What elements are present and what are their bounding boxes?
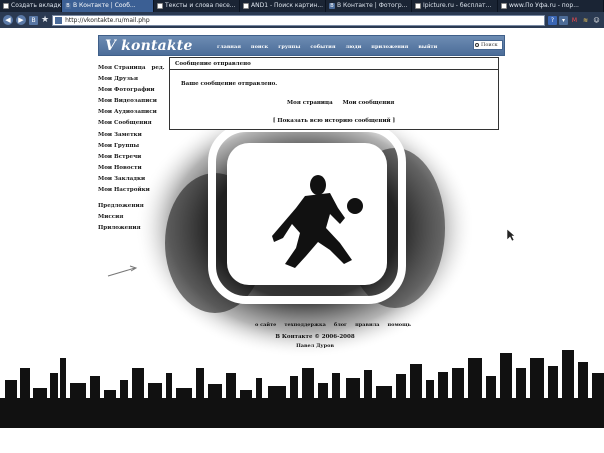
footer-support[interactable]: техподдержка (284, 322, 326, 328)
my-messages-link[interactable]: Мои сообщения (343, 100, 395, 106)
message-sent-panel: Сообщение отправлено Ваше сообщение отпр… (169, 57, 499, 130)
page-viewport: V kontakte главная поиск группы события … (0, 28, 604, 428)
menu-my-page[interactable]: Моя Страница ред. (98, 63, 173, 74)
footer-about[interactable]: о сайте (255, 322, 276, 328)
dropdown-icon[interactable]: ▾ (559, 15, 568, 25)
page-icon (501, 3, 507, 9)
vk-favicon-icon: B (65, 3, 71, 9)
menu-mission[interactable]: Миссия (98, 212, 173, 223)
nav-home[interactable]: главная (217, 44, 241, 50)
tab-and1-search[interactable]: AND1 - Поиск картин... (240, 0, 326, 12)
menu-offers[interactable]: Предложения (98, 201, 173, 212)
browser-toolbar: ◀ ▶ B ★ http://vkontakte.ru/mail.php ? ▾… (0, 12, 604, 28)
menu-photos[interactable]: Мои Фотографии (98, 85, 173, 96)
my-page-link[interactable]: Моя страница (287, 100, 333, 106)
author-name: Павел Дуров (296, 343, 334, 349)
site-favicon-icon (55, 16, 63, 24)
menu-news[interactable]: Мои Новости (98, 163, 173, 174)
tab-vkontakte-photos[interactable]: BВ Контакте | Фотогр... (326, 0, 412, 12)
footer-rules[interactable]: правила (355, 322, 379, 328)
page-icon (3, 3, 9, 9)
tab-ufa-portal[interactable]: www.По Уфа.ru - пор... (498, 0, 604, 12)
search-icon (475, 43, 479, 47)
user-icon[interactable]: ☺ (592, 15, 601, 25)
search-engine-icon[interactable]: ? (548, 15, 557, 25)
copyright: В Контакте © 2006-2008 (275, 334, 355, 340)
mail-icon[interactable]: M (570, 15, 579, 25)
page-icon (415, 3, 421, 9)
menu-bookmarks[interactable]: Мои Закладки (98, 174, 173, 185)
menu-audio[interactable]: Мои Аудиозаписи (98, 107, 173, 118)
rss-icon[interactable]: ≋ (581, 15, 590, 25)
site-search-input[interactable]: Поиск (473, 40, 503, 50)
forward-button[interactable]: ▶ (16, 15, 26, 25)
tab-vkontakte-messages[interactable]: BВ Контакте | Сооб... (62, 0, 154, 12)
status-area (0, 428, 604, 453)
menu-events[interactable]: Мои Встречи (98, 152, 173, 163)
nav-groups[interactable]: группы (278, 44, 300, 50)
nav-search[interactable]: поиск (251, 44, 268, 50)
vk-favicon-icon: B (329, 3, 335, 9)
menu-notes[interactable]: Мои Заметки (98, 130, 173, 141)
city-skyline (0, 350, 604, 428)
mouse-cursor-icon (506, 228, 516, 242)
tab-lyrics[interactable]: Тексты и слова песе... (154, 0, 240, 12)
bookmark-star-icon[interactable]: ★ (41, 15, 49, 25)
site-logo[interactable]: V kontakte (105, 38, 193, 54)
show-history-link[interactable]: [ Показать всю историю сообщений ] (170, 118, 498, 124)
address-text: http://vkontakte.ru/mail.php (65, 16, 150, 24)
nav-applications[interactable]: приложения (371, 44, 408, 50)
menu-apps[interactable]: Приложения (98, 223, 173, 234)
menu-friends[interactable]: Мои Друзья (98, 74, 173, 85)
edit-link[interactable]: ред. (151, 65, 164, 71)
message-links: Моя страница Мои сообщения (287, 100, 394, 106)
menu-groups[interactable]: Мои Группы (98, 141, 173, 152)
footer-help[interactable]: помощь (387, 322, 410, 328)
tab-new[interactable]: Создать вкладку (0, 0, 62, 12)
nav-people[interactable]: люди (346, 44, 362, 50)
page-icon (243, 3, 249, 9)
menu-videos[interactable]: Мои Видеозаписи (98, 96, 173, 107)
back-button[interactable]: ◀ (3, 15, 13, 25)
footer-blog[interactable]: блог (334, 322, 347, 328)
vk-bookmark-icon[interactable]: B (29, 15, 38, 25)
panel-title: Сообщение отправлено (170, 58, 498, 70)
left-menu: Моя Страница ред. Мои Друзья Мои Фотограф… (98, 63, 173, 234)
top-navigation: главная поиск группы события люди прилож… (217, 44, 437, 50)
tab-ipicture[interactable]: Ipicture.ru - бесплат... (412, 0, 498, 12)
site-header: V kontakte главная поиск группы события … (98, 35, 505, 56)
menu-settings[interactable]: Мои Настройки (98, 185, 173, 196)
address-bar[interactable]: http://vkontakte.ru/mail.php (52, 14, 545, 26)
footer-links: о сайте техподдержка блог правила помощь (255, 322, 411, 328)
confirmation-text: Ваше сообщение отправлено. (181, 81, 278, 87)
page-icon (157, 3, 163, 9)
nav-events[interactable]: события (310, 44, 335, 50)
nav-logout[interactable]: выйти (418, 44, 437, 50)
menu-messages[interactable]: Мои Сообщения (98, 118, 173, 129)
browser-tab-bar: Создать вкладку BВ Контакте | Сооб... Те… (0, 0, 604, 12)
